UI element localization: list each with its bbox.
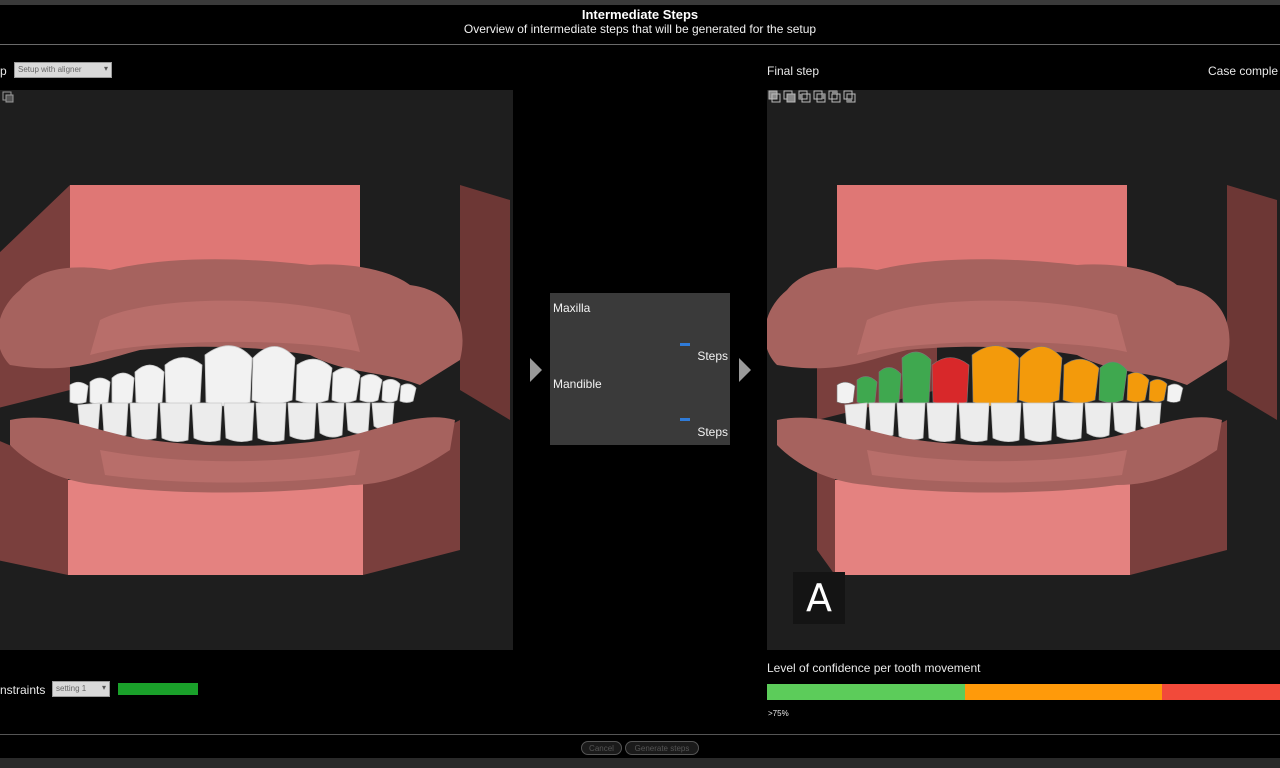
setting-select[interactable]: setting 1 ▾ xyxy=(52,681,110,697)
view-cube-icon[interactable] xyxy=(2,90,14,103)
view-orientation-badge: A xyxy=(793,572,845,624)
chevron-down-icon: ▾ xyxy=(101,683,106,692)
view-bottom-icon[interactable] xyxy=(843,90,856,103)
view-toolbar xyxy=(768,90,856,104)
confidence-segment-low xyxy=(1162,684,1280,700)
view-top-icon[interactable] xyxy=(783,90,796,103)
setup-select[interactable]: Setup with aligner ▾ xyxy=(14,62,112,78)
mandible-label: Mandible xyxy=(553,377,602,391)
dental-model-final xyxy=(767,185,1277,575)
dental-model-initial xyxy=(0,185,510,575)
cancel-button[interactable]: Cancel xyxy=(581,741,622,755)
constraint-status-bar xyxy=(118,683,198,695)
view-left-icon[interactable] xyxy=(798,90,811,103)
chevron-down-icon: ▾ xyxy=(103,64,108,73)
generate-steps-button[interactable]: Generate steps xyxy=(625,741,699,755)
maxilla-steps-bar xyxy=(680,343,690,346)
dialog-subtitle: Overview of intermediate steps that will… xyxy=(463,22,817,36)
final-model-viewport[interactable] xyxy=(767,90,1280,650)
view-back-icon[interactable] xyxy=(828,90,841,103)
case-status-label: Case comple xyxy=(1208,64,1279,78)
header-divider xyxy=(0,44,1280,45)
constraints-label: nstraints xyxy=(0,683,46,697)
confidence-title: Level of confidence per tooth movement xyxy=(767,661,981,675)
confidence-segment-high xyxy=(767,684,965,700)
initial-model-viewport[interactable] xyxy=(0,90,513,650)
confidence-percent-label: >75% xyxy=(768,709,789,718)
mandible-steps-label: Steps xyxy=(697,425,728,439)
setup-select-value: Setup with aligner xyxy=(18,65,82,74)
setup-label: p xyxy=(0,64,7,78)
steps-panel: Maxilla Steps Mandible Steps xyxy=(550,293,730,445)
arrow-right-icon xyxy=(530,358,542,382)
confidence-bar xyxy=(767,684,1280,700)
footer-divider xyxy=(0,734,1280,735)
mandible-steps-bar xyxy=(680,418,690,421)
view-right-icon[interactable] xyxy=(813,90,826,103)
bottom-bar xyxy=(0,758,1280,768)
title-bar xyxy=(0,0,1280,5)
arrow-right-icon xyxy=(739,358,751,382)
setting-select-value: setting 1 xyxy=(56,684,87,693)
maxilla-steps-label: Steps xyxy=(697,349,728,363)
dialog-title: Intermediate Steps xyxy=(581,7,699,22)
view-front-icon[interactable] xyxy=(768,90,781,103)
final-step-label: Final step xyxy=(767,64,820,78)
maxilla-label: Maxilla xyxy=(553,301,591,315)
confidence-segment-medium xyxy=(964,684,1162,700)
